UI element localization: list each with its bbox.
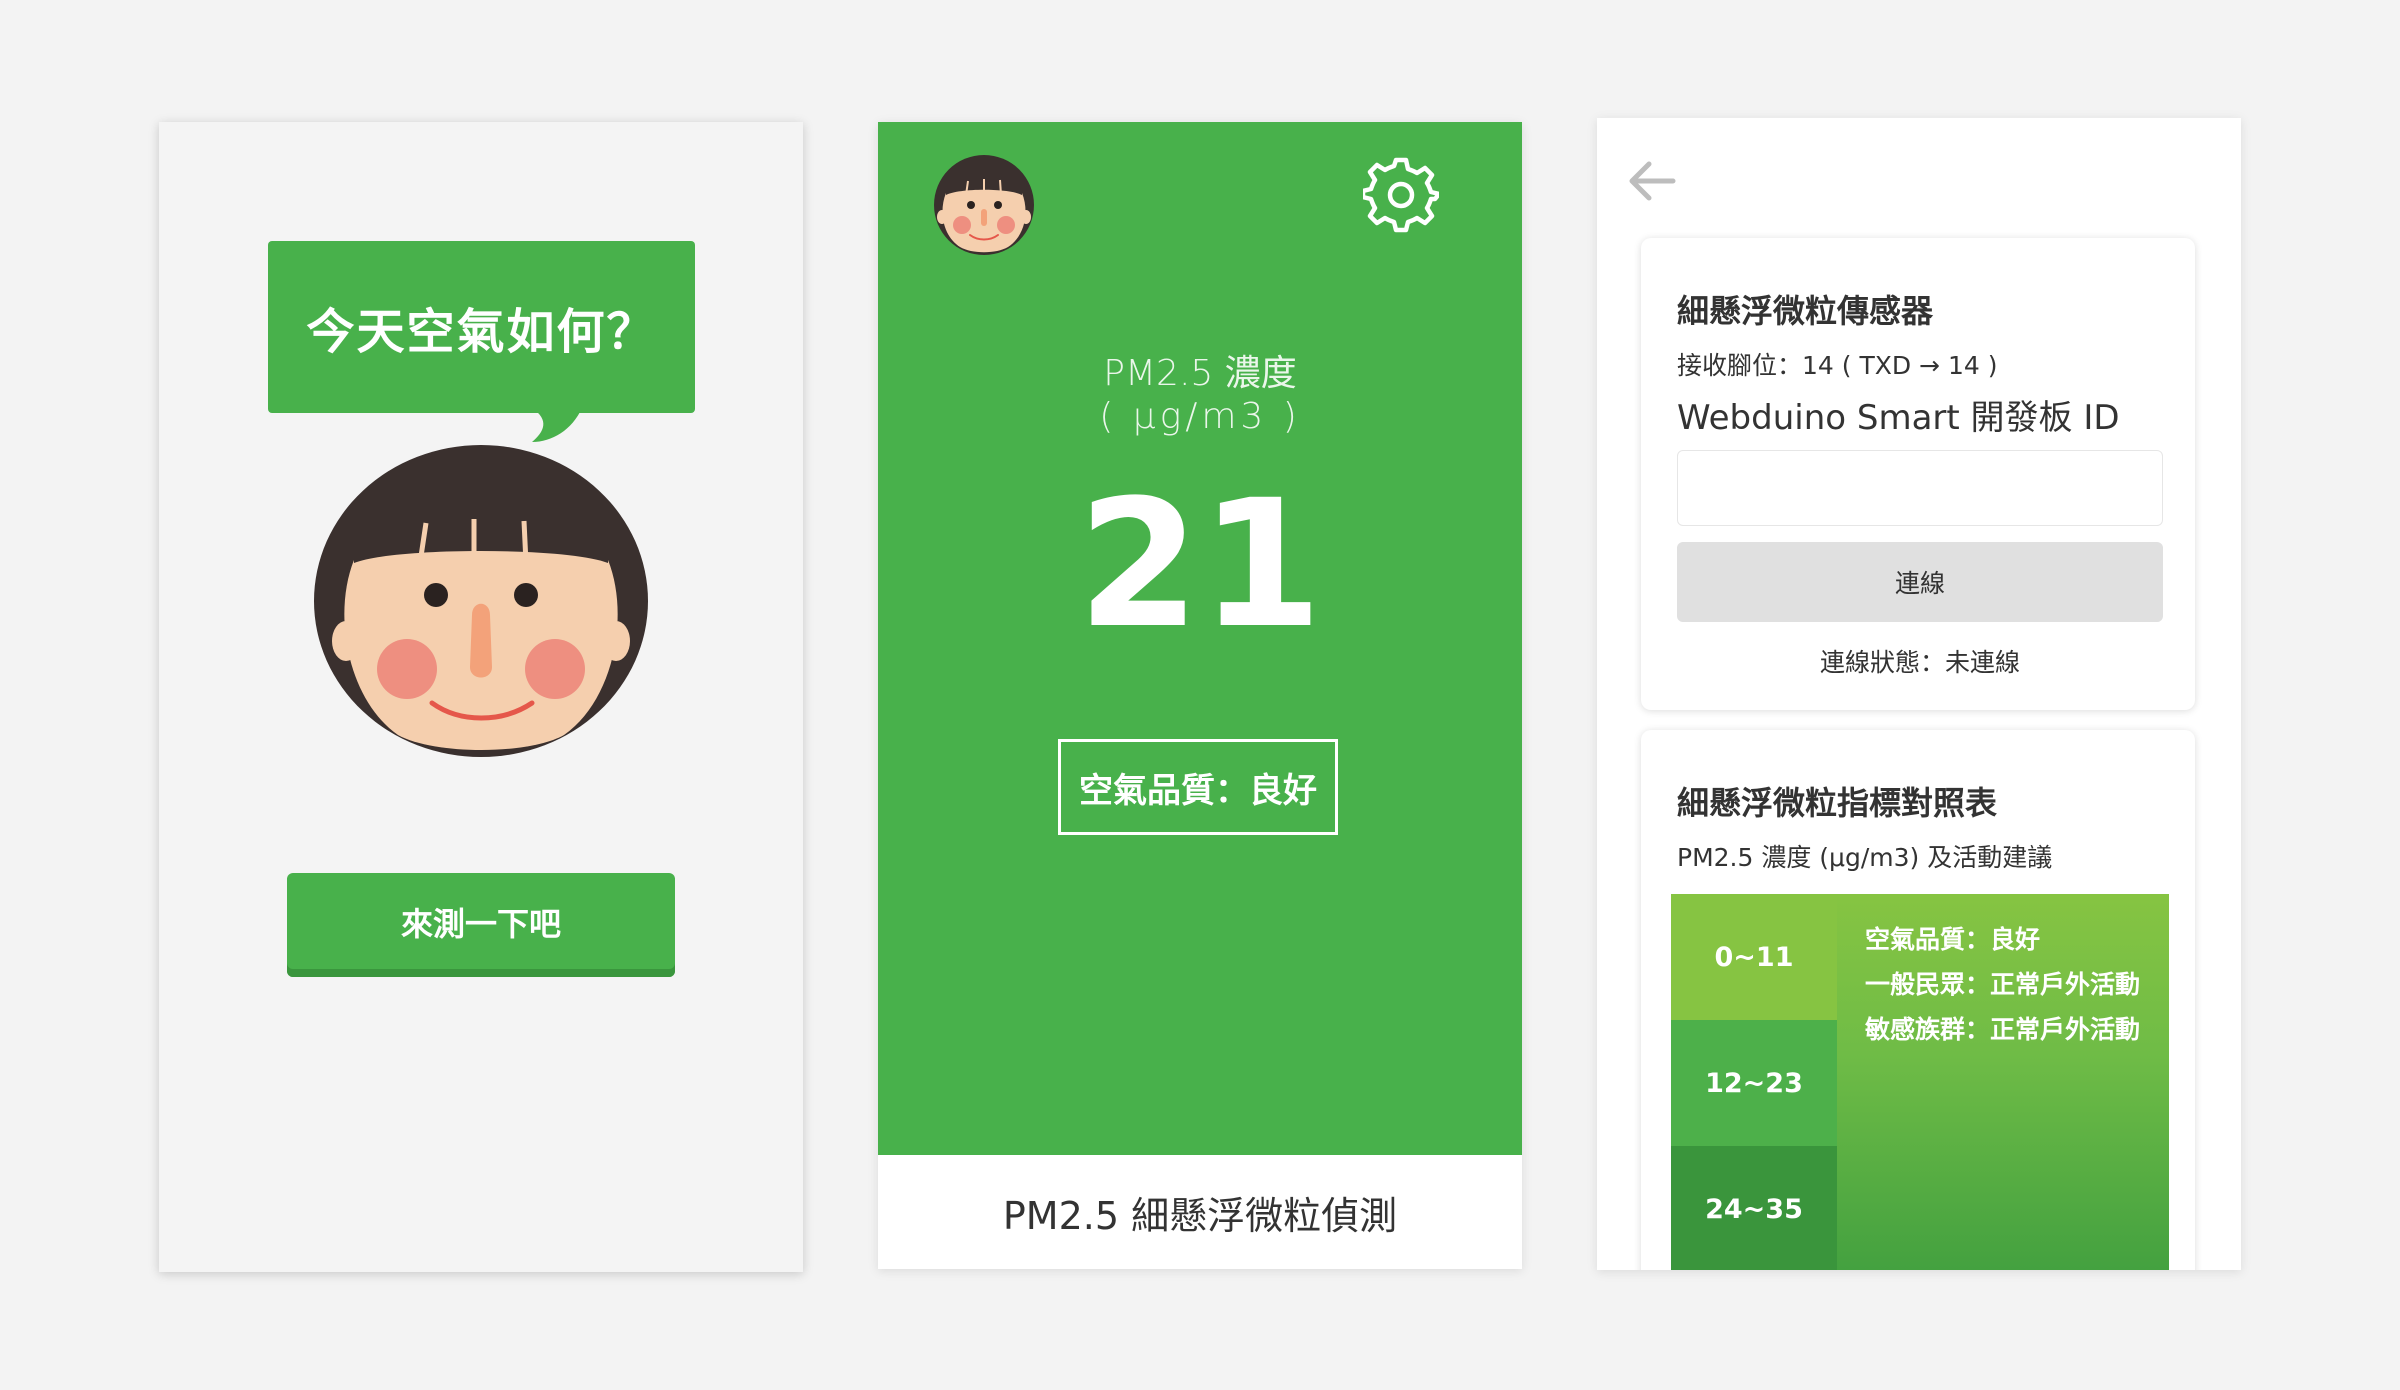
range-cell: 0~11 <box>1671 894 1837 1020</box>
connect-button[interactable]: 連線 <box>1677 542 2163 622</box>
range-text: 12~23 <box>1705 1067 1803 1099</box>
advice-sensitive: 敏感族群：正常戶外活動 <box>1865 1015 2141 1044</box>
sensor-card-title: 細懸浮微粒傳感器 <box>1677 292 1934 330</box>
range-cell: 24~35 <box>1671 1146 1837 1270</box>
girl-face-icon <box>314 445 648 757</box>
index-table-card: 細懸浮微粒指標對照表 PM2.5 濃度 (μg/m3) 及活動建議 0~11 1… <box>1641 730 2195 1270</box>
air-quality-text: 空氣品質：良好 <box>1079 770 1317 811</box>
air-quality-badge: 空氣品質：良好 <box>1058 739 1338 835</box>
back-arrow-icon[interactable] <box>1627 158 1677 204</box>
footer-title: PM2.5 細懸浮微粒偵測 <box>878 1155 1522 1269</box>
question-bubble: 今天空氣如何？ <box>268 241 695 413</box>
sensor-card: 細懸浮微粒傳感器 接收腳位：14 ( TXD → 14 ) Webduino S… <box>1641 238 2195 710</box>
advice-column: 空氣品質：良好 一般民眾：正常戶外活動 敏感族群：正常戶外活動 <box>1837 894 2169 1270</box>
avatar-icon[interactable] <box>934 155 1034 255</box>
connection-status: 連線狀態：未連線 <box>1819 648 2020 677</box>
index-table-title: 細懸浮微粒指標對照表 <box>1677 784 1998 822</box>
monitor-screen: PM2.5 濃度 ( μg/m3 ) 21 空氣品質：良好 PM2.5 細懸浮微… <box>878 122 1522 1269</box>
board-id-label: Webduino Smart 開發板 ID <box>1677 398 2120 438</box>
range-text: 0~11 <box>1714 941 1794 973</box>
footer-text: PM2.5 細懸浮微粒偵測 <box>1002 1193 1398 1238</box>
range-cell: 12~23 <box>1671 1020 1837 1146</box>
advice-general: 一般民眾：正常戶外活動 <box>1865 970 2141 999</box>
welcome-screen: 今天空氣如何？ 來測一下吧 <box>159 122 803 1272</box>
range-text: 24~35 <box>1705 1193 1803 1225</box>
pm-unit: ( μg/m3 ) <box>1099 396 1301 437</box>
advice-quality: 空氣品質：良好 <box>1865 925 2041 954</box>
start-measure-button[interactable]: 來測一下吧 <box>287 873 675 977</box>
question-text: 今天空氣如何？ <box>306 304 657 360</box>
pin-info: 接收腳位：14 ( TXD → 14 ) <box>1677 351 1998 380</box>
range-column: 0~11 12~23 24~35 <box>1671 894 1837 1270</box>
bubble-tail <box>532 408 582 442</box>
board-id-input[interactable] <box>1677 450 2163 526</box>
pm-index-table: 0~11 12~23 24~35 空氣品質：良好 一般民眾：正常戶外活動 敏感族… <box>1671 894 2169 1270</box>
settings-screen: 細懸浮微粒傳感器 接收腳位：14 ( TXD → 14 ) Webduino S… <box>1597 118 2241 1270</box>
pm-label: PM2.5 濃度 <box>1103 353 1297 394</box>
gear-icon[interactable] <box>1363 157 1439 233</box>
pm-value: 21 <box>1077 462 1323 667</box>
index-table-subtitle: PM2.5 濃度 (μg/m3) 及活動建議 <box>1677 843 2053 872</box>
